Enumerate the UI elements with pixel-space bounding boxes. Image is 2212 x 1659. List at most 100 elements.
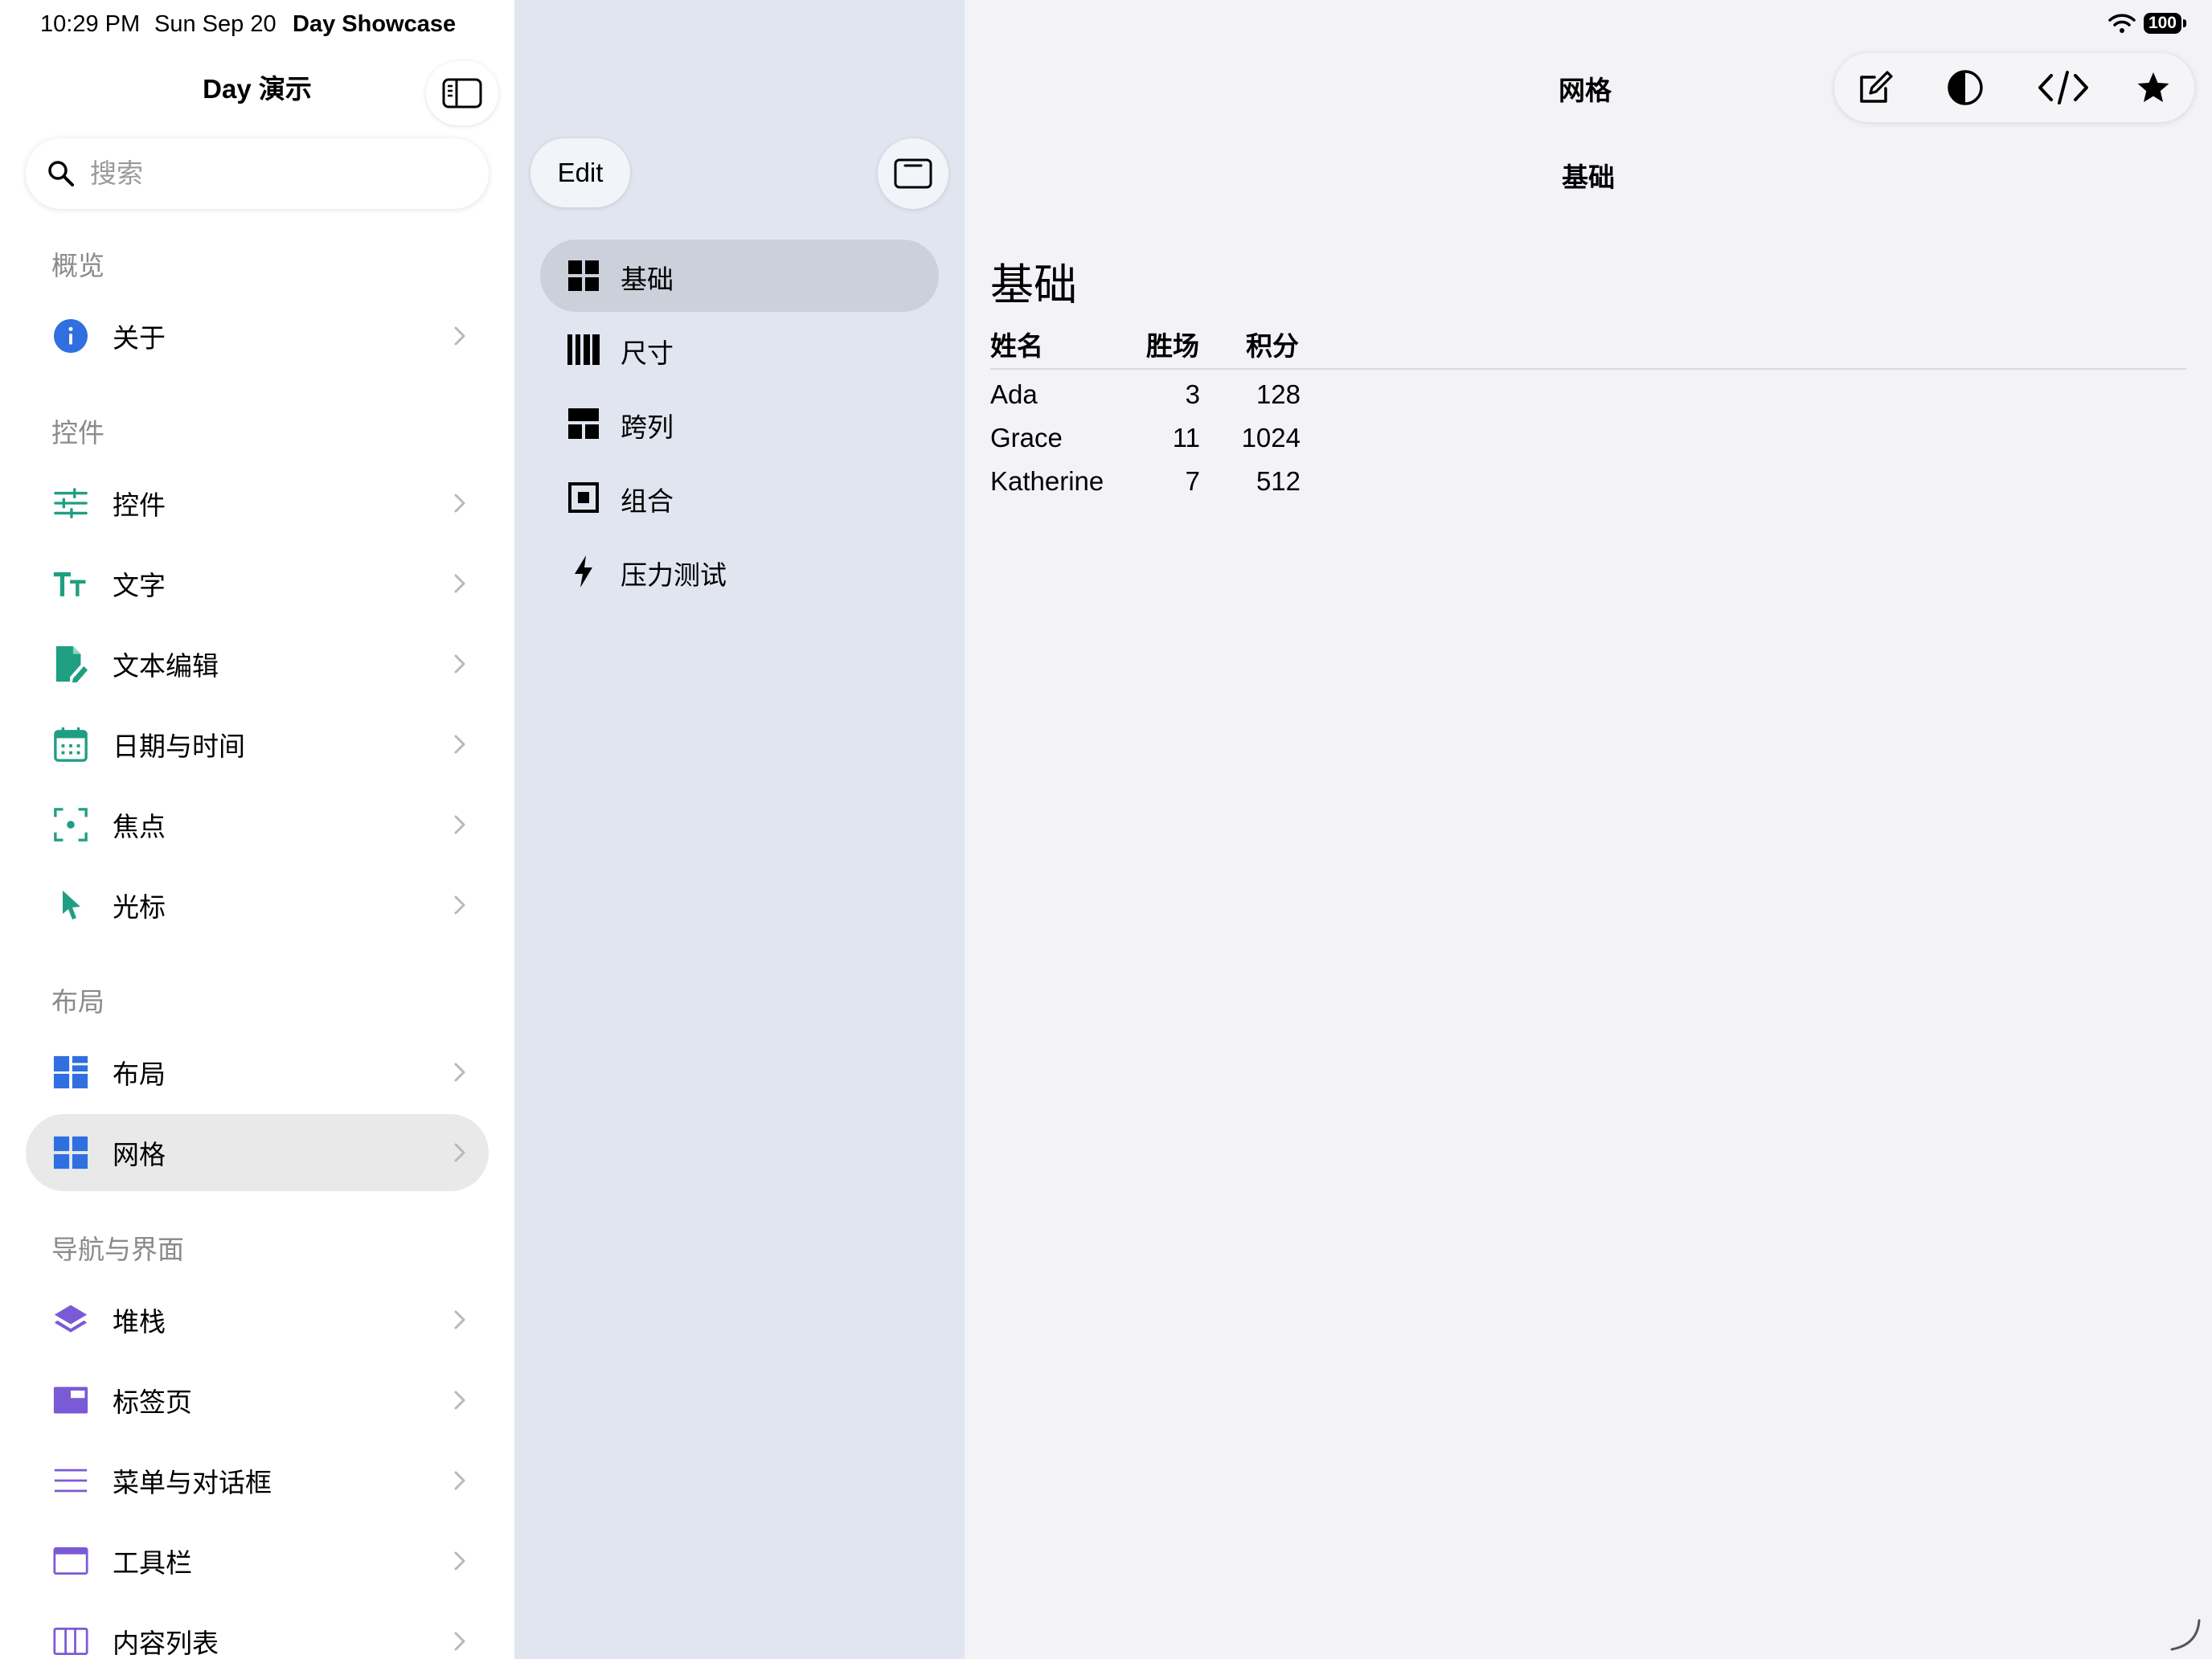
table-cell-points: 128 [1256, 379, 1301, 409]
chevron-right-icon [454, 1391, 465, 1410]
chevron-right-icon [454, 654, 465, 674]
sidebar-item-grid[interactable]: 网格 [26, 1114, 489, 1191]
list-item-stress-test[interactable]: 压力测试 [540, 535, 939, 608]
battery-level: 100 [2143, 13, 2181, 34]
table-cell-wins: 7 [1185, 466, 1200, 496]
sidebar: 10:29 PM Sun Sep 20 Day Showcase Day 演示 … [0, 0, 514, 1659]
wifi-icon [2108, 14, 2136, 33]
list-item-size[interactable]: 尺寸 [540, 313, 939, 386]
table-cell-points: 1024 [1241, 423, 1301, 453]
sidebar-item-menus-dialogs[interactable]: 菜单与对话框 [26, 1442, 489, 1519]
list-item-basic[interactable]: 基础 [540, 240, 939, 312]
sidebar-item-cursor[interactable]: 光标 [26, 866, 489, 944]
sidebar-item-label: 光标 [113, 892, 166, 922]
sidebar-item-focus[interactable]: 焦点 [26, 786, 489, 863]
sidebar-item-label: 内容列表 [113, 1628, 219, 1658]
toolbar-group [1834, 53, 2194, 122]
code-icon[interactable] [2035, 68, 2091, 108]
detail-pane: 100 网格 基础 基础 姓名 胜场 积分 Ada 3 128 Grace 11… [965, 0, 2212, 1659]
focus-icon [53, 807, 88, 842]
chevron-right-icon [454, 1471, 465, 1490]
section-header-controls: 控件 [51, 418, 104, 448]
section-subtitle: 基础 [1562, 162, 1615, 192]
section-header-layout: 布局 [51, 987, 104, 1017]
sidebar-item-text[interactable]: 文字 [26, 545, 489, 622]
sidebar-item-label: 工具栏 [113, 1548, 192, 1578]
grid-icon [53, 1135, 88, 1170]
chevron-right-icon [454, 1310, 465, 1329]
table-divider [990, 368, 2186, 370]
sidebar-item-layout[interactable]: 布局 [26, 1034, 489, 1111]
contrast-icon[interactable] [1945, 68, 1985, 108]
list-item-composition[interactable]: 组合 [540, 461, 939, 534]
calendar-icon [53, 727, 88, 762]
sidebar-toggle-button[interactable] [426, 61, 498, 125]
columns-icon [567, 334, 600, 366]
sidebar-icon [442, 78, 482, 109]
chevron-right-icon [454, 895, 465, 915]
search-field[interactable] [26, 138, 489, 209]
column-header-name: 姓名 [990, 331, 1043, 361]
sidebar-item-label: 布局 [113, 1059, 166, 1089]
chevron-right-icon [454, 1143, 465, 1162]
section-header-navigation: 导航与界面 [51, 1235, 184, 1264]
sidebar-item-content-list[interactable]: 内容列表 [26, 1603, 489, 1659]
sidebar-item-controls[interactable]: 控件 [26, 465, 489, 542]
grid-four-icon [567, 260, 600, 292]
menu-lines-icon [53, 1463, 88, 1498]
table-cell-name: Grace [990, 423, 1063, 453]
column-header-points: 积分 [1246, 331, 1299, 361]
chevron-right-icon [454, 574, 465, 593]
sidebar-item-toolbar[interactable]: 工具栏 [26, 1522, 489, 1600]
table-cell-wins: 3 [1185, 379, 1200, 409]
chevron-right-icon [454, 1063, 465, 1082]
sidebar-item-tabs[interactable]: 标签页 [26, 1362, 489, 1439]
status-time: 10:29 PM [40, 11, 141, 37]
sidebar-item-stack[interactable]: 堆栈 [26, 1281, 489, 1358]
star-icon[interactable] [2133, 68, 2173, 108]
section-header-overview: 概览 [51, 251, 104, 281]
sidebar-item-label: 文本编辑 [113, 651, 219, 681]
compose-icon[interactable] [1855, 68, 1895, 108]
resize-handle-icon[interactable] [2167, 1617, 2202, 1653]
window-icon [894, 158, 932, 189]
chevron-right-icon [454, 1551, 465, 1571]
list-item-label: 尺寸 [621, 338, 674, 368]
content-list-icon [53, 1624, 88, 1659]
cursor-icon [53, 887, 88, 923]
sidebar-item-label: 文字 [113, 571, 166, 600]
search-input[interactable] [88, 158, 461, 190]
span-columns-icon [567, 408, 600, 440]
sidebar-item-label: 网格 [113, 1140, 166, 1169]
table-cell-name: Katherine [990, 466, 1104, 496]
table-cell-points: 512 [1256, 466, 1301, 496]
sidebar-item-label: 堆栈 [113, 1307, 166, 1337]
toolbar-window-icon [53, 1543, 88, 1579]
table-cell-wins: 11 [1172, 423, 1200, 453]
sidebar-item-date-time[interactable]: 日期与时间 [26, 706, 489, 783]
list-item-span[interactable]: 跨列 [540, 387, 939, 460]
window-toggle-button[interactable] [878, 138, 948, 209]
chevron-right-icon [454, 815, 465, 834]
status-app-name: Day Showcase [293, 11, 457, 37]
status-indicators: 100 [2108, 13, 2186, 34]
battery-cap [2183, 19, 2186, 27]
column-header-wins: 胜场 [1146, 331, 1199, 361]
sidebar-item-about[interactable]: 关于 [26, 297, 489, 375]
stack-layers-icon [53, 1302, 88, 1337]
chevron-right-icon [454, 494, 465, 513]
chevron-right-icon [454, 326, 465, 346]
sliders-icon [53, 485, 88, 521]
table-cell-name: Ada [990, 379, 1038, 409]
sidebar-item-label: 控件 [113, 490, 166, 520]
content-list-column: Edit 基础 尺寸 跨列 组合 压力测试 [514, 0, 965, 1659]
chevron-right-icon [454, 735, 465, 754]
sidebar-item-label: 焦点 [113, 812, 166, 842]
list-item-label: 组合 [621, 486, 674, 516]
battery-indicator: 100 [2143, 13, 2186, 34]
edit-button[interactable]: Edit [530, 138, 630, 207]
sidebar-item-label: 标签页 [113, 1387, 192, 1417]
chevron-right-icon [454, 1632, 465, 1651]
sidebar-item-label: 日期与时间 [113, 731, 245, 761]
sidebar-item-text-editing[interactable]: 文本编辑 [26, 625, 489, 703]
